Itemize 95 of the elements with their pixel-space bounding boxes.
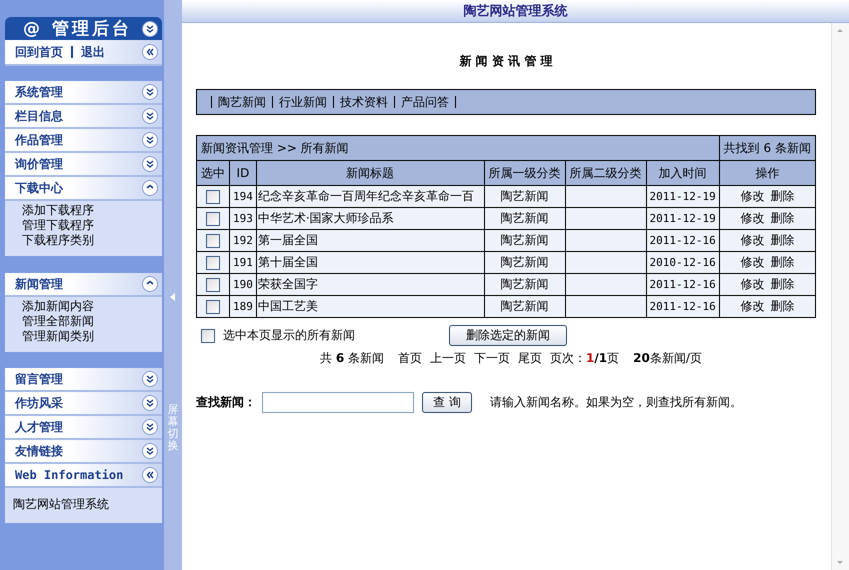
action-link[interactable]: 修改	[740, 189, 764, 203]
table-cell: 190	[230, 274, 256, 296]
row-checkbox[interactable]	[206, 256, 220, 270]
page-title: 新 闻 资 讯 管 理	[458, 53, 554, 70]
table-cell: 纪念辛亥革命一百周年纪念辛亥革命一百	[256, 186, 484, 208]
expand-icon[interactable]	[142, 443, 158, 459]
search-button[interactable]: 查 询	[422, 392, 472, 413]
column-header: 选中	[196, 160, 230, 186]
expand-icon[interactable]	[142, 371, 158, 387]
table-cell: 陶艺新闻	[484, 252, 565, 274]
table-cell: 189	[230, 296, 256, 318]
submenu-item[interactable]: 管理全部新闻	[22, 314, 162, 329]
submenu-item[interactable]: 管理新闻类别	[22, 329, 162, 344]
sidebar-title: @ 管理后台	[23, 18, 132, 40]
info-text: 陶艺网站管理系统	[5, 488, 162, 523]
table-cell: 中国工艺美	[256, 296, 484, 318]
action-link[interactable]: 修改	[740, 233, 764, 247]
column-header: 加入时间	[646, 160, 720, 186]
search-hint: 请输入新闻名称。如果为空，则查找所有新闻。	[490, 394, 742, 411]
page-number: 页次：1/1页	[550, 350, 620, 367]
row-checkbox[interactable]	[206, 212, 220, 226]
collapse-icon[interactable]	[142, 276, 158, 292]
column-header: 所属一级分类	[484, 160, 565, 186]
table-cell: 陶艺新闻	[484, 296, 565, 318]
select-all-label: 选中本页显示的所有新闻	[223, 327, 355, 344]
table-cell: 2010-12-16	[646, 252, 720, 274]
table-cell: 2011-12-16	[646, 274, 720, 296]
expand-icon[interactable]	[142, 419, 158, 435]
table-cell: 第十届全国	[256, 252, 484, 274]
table-cell: 192	[230, 230, 256, 252]
expand-icon[interactable]	[142, 20, 158, 36]
row-checkbox[interactable]	[206, 234, 220, 248]
submenu-item[interactable]: 下载程序类别	[22, 233, 162, 248]
table-cell: 2011-12-19	[646, 208, 720, 230]
expand-icon[interactable]	[142, 84, 158, 100]
table-cell: 陶艺新闻	[484, 186, 565, 208]
table-cell: 194	[230, 186, 256, 208]
delete-button[interactable]: 删除选定的新闻	[449, 325, 567, 346]
info-title: Web Information	[15, 468, 124, 482]
row-checkbox[interactable]	[206, 190, 220, 204]
page-size: 20条新闻/页	[633, 350, 702, 367]
table-cell: 陶艺新闻	[484, 230, 565, 252]
expand-icon[interactable]	[142, 395, 158, 411]
window-title: 陶艺网站管理系统	[464, 2, 568, 20]
column-header: 所属二级分类	[565, 160, 646, 186]
action-link[interactable]: 修改	[740, 277, 764, 291]
action-link[interactable]: 删除	[770, 255, 794, 269]
submenu-item[interactable]: 添加下载程序	[22, 203, 162, 218]
category-link[interactable]: 行业新闻	[279, 94, 327, 110]
page-link[interactable]: 首页	[398, 350, 422, 367]
action-link[interactable]: 删除	[770, 211, 794, 225]
action-link[interactable]: 删除	[770, 233, 794, 247]
expand-icon[interactable]	[142, 132, 158, 148]
action-link[interactable]: 修改	[740, 255, 764, 269]
table-cell: 陶艺新闻	[484, 274, 565, 296]
table-cell: 陶艺新闻	[484, 208, 565, 230]
submenu-item[interactable]: 管理下载程序	[22, 218, 162, 233]
page-link[interactable]: 下一页	[474, 350, 510, 367]
header-link[interactable]: 退出	[81, 44, 105, 60]
action-link[interactable]: 删除	[770, 277, 794, 291]
expand-icon[interactable]	[142, 108, 158, 124]
column-header: 操作	[719, 160, 816, 186]
table-cell: 第一届全国	[256, 230, 484, 252]
table-cell: 2011-12-19	[646, 186, 720, 208]
page-link[interactable]: 上一页	[430, 350, 466, 367]
table-cell: 2011-12-16	[646, 296, 720, 318]
search-label: 查找新闻：	[196, 394, 256, 411]
action-link[interactable]: 删除	[770, 189, 794, 203]
column-header: 新闻标题	[256, 160, 484, 186]
action-link[interactable]: 修改	[740, 299, 764, 313]
header-link[interactable]: 回到首页	[15, 44, 63, 60]
row-checkbox[interactable]	[206, 300, 220, 314]
collapse-icon[interactable]	[142, 180, 158, 196]
category-link[interactable]: 产品问答	[401, 94, 449, 110]
category-link[interactable]: 技术资料	[340, 94, 388, 110]
table-cell: 荣获全国字	[256, 274, 484, 296]
search-field[interactable]	[262, 392, 414, 413]
category-link[interactable]: 陶艺新闻	[218, 94, 266, 110]
table-cell: 中华艺术·国家大师珍品系	[256, 208, 484, 230]
table-cell: 2011-12-16	[646, 230, 720, 252]
total-count: 共 6 条新闻	[320, 350, 384, 367]
action-link[interactable]: 修改	[740, 211, 764, 225]
select-all-checkbox[interactable]	[201, 328, 215, 342]
expand-icon[interactable]	[142, 156, 158, 172]
breadcrumb: 新闻资讯管理 >> 所有新闻	[196, 136, 720, 160]
submenu-item[interactable]: 添加新闻内容	[22, 299, 162, 314]
row-checkbox[interactable]	[206, 278, 220, 292]
result-count: 共找到 6 条新闻	[719, 136, 816, 160]
action-link[interactable]: 删除	[770, 299, 794, 313]
table-cell: 193	[230, 208, 256, 230]
table-cell: 191	[230, 252, 256, 274]
page-link[interactable]: 尾页	[518, 350, 542, 367]
collapse-icon[interactable]	[142, 44, 158, 60]
collapse-icon[interactable]	[142, 467, 158, 483]
column-header: ID	[230, 160, 256, 186]
